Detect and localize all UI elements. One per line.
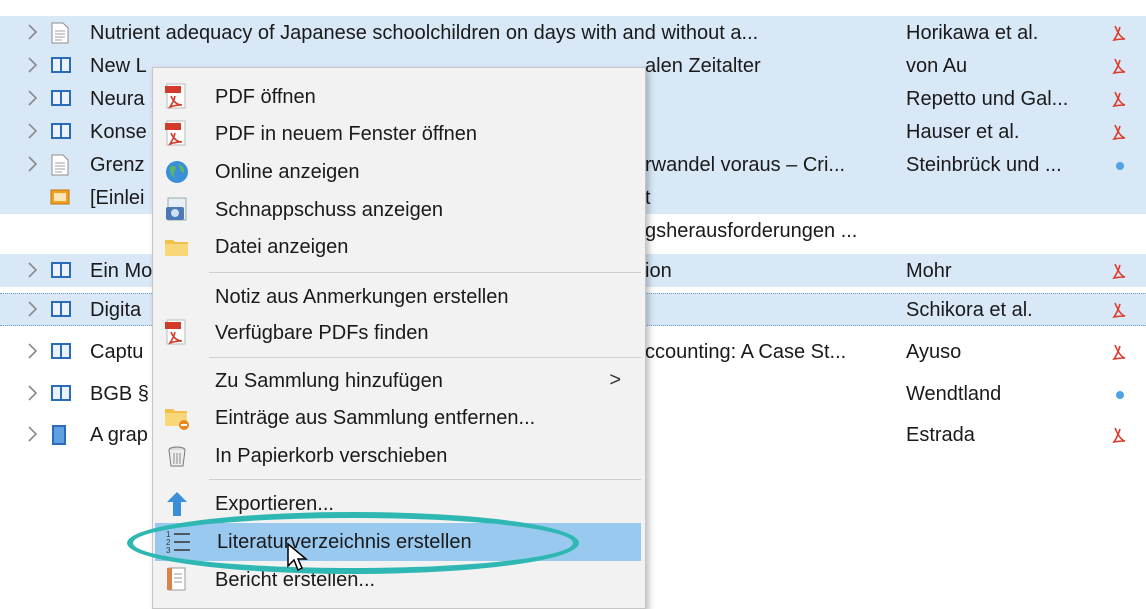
menu-item-label: Einträge aus Sammlung entfernen... [215, 407, 536, 429]
highlight-ring [127, 512, 579, 574]
menu-item-note-from-annotations[interactable]: Notiz aus Anmerkungen erstellen [153, 278, 645, 316]
book-icon [50, 260, 71, 280]
item-title-tail: ion [645, 260, 672, 282]
item-title-tail: t [645, 187, 651, 209]
chevron-right-icon[interactable] [26, 424, 40, 444]
chevron-right-icon[interactable] [26, 299, 40, 319]
chevron-right-icon[interactable] [26, 121, 40, 141]
menu-item-online[interactable]: Online anzeigen [153, 153, 645, 191]
camera-icon [163, 196, 191, 224]
pdf-icon[interactable] [1112, 123, 1128, 141]
mouse-pointer-icon [286, 542, 312, 574]
menu-item-file[interactable]: Datei anzeigen [153, 228, 645, 266]
item-creator: Wendtland [906, 383, 1002, 405]
folder-remove-icon [163, 404, 191, 432]
item-creator: Mohr [906, 260, 952, 282]
chevron-right-icon[interactable] [26, 341, 40, 361]
menu-item-remove-collection[interactable]: Einträge aus Sammlung entfernen... [153, 399, 645, 437]
item-creator: Hauser et al. [906, 121, 1020, 143]
item-creator: Steinbrück und ... [906, 154, 1062, 176]
chevron-right-icon[interactable] [26, 55, 40, 75]
menu-item-label: Datei anzeigen [215, 236, 349, 258]
arrow-up-icon [163, 490, 191, 518]
item-title-tail: gsherausforderungen ... [645, 220, 858, 242]
chevron-right-icon[interactable] [26, 22, 40, 42]
menu-item-label: Zu Sammlung hinzufügen [215, 370, 443, 392]
menu-item-snapshot[interactable]: Schnappschuss anzeigen [153, 191, 645, 229]
pdf-icon[interactable] [1112, 90, 1128, 108]
item-creator: von Au [906, 55, 968, 77]
menu-item-label: PDF öffnen [215, 86, 316, 108]
item-creator: Horikawa et al. [906, 22, 1039, 44]
pdf-icon[interactable] [1112, 57, 1128, 75]
menu-item-trash[interactable]: In Papierkorb verschieben [153, 437, 645, 475]
pdf-icon[interactable] [1112, 24, 1128, 42]
chevron-right-icon: > [609, 369, 621, 391]
presentation-icon [50, 187, 70, 207]
chevron-right-icon[interactable] [26, 383, 40, 403]
menu-item-label: In Papierkorb verschieben [215, 445, 448, 467]
document-icon [50, 22, 70, 44]
chevron-right-icon[interactable] [26, 88, 40, 108]
menu-separator [209, 272, 641, 273]
menu-item-label: Verfügbare PDFs finden [215, 322, 429, 344]
pdf-icon [163, 120, 191, 148]
menu-item-label: Schnappschuss anzeigen [215, 199, 443, 221]
table-row[interactable]: Nutrient adequacy of Japanese schoolchil… [0, 16, 1146, 49]
dot-icon[interactable] [1112, 385, 1128, 403]
journal-icon [50, 424, 70, 445]
item-creator: Estrada [906, 424, 975, 446]
book-icon [50, 88, 71, 108]
book-icon [50, 55, 71, 75]
menu-separator [209, 357, 641, 358]
menu-item-label: PDF in neuem Fenster öffnen [215, 123, 477, 145]
item-title-tail: rwandel voraus – Cri... [645, 154, 846, 176]
item-creator: Schikora et al. [906, 299, 1033, 321]
dot-icon[interactable] [1112, 156, 1128, 174]
pdf-icon[interactable] [1112, 262, 1128, 280]
pdf-icon[interactable] [1112, 343, 1128, 361]
menu-item-add-collection[interactable]: Zu Sammlung hinzufügen > [153, 362, 645, 400]
book-icon [50, 341, 71, 361]
book-icon [50, 383, 71, 403]
item-creator: Repetto und Gal... [906, 88, 1069, 110]
item-title-tail: alen Zeitalter [645, 55, 761, 77]
menu-item-find-pdfs[interactable]: Verfügbare PDFs finden [153, 314, 645, 352]
menu-item-label: Online anzeigen [215, 161, 360, 183]
folder-icon [163, 233, 191, 261]
menu-item-pdf-open[interactable]: PDF öffnen [153, 78, 645, 116]
book-icon [50, 299, 71, 319]
globe-icon [163, 158, 191, 186]
pdf-icon[interactable] [1112, 426, 1128, 444]
trash-icon [163, 442, 191, 470]
pdf-icon [163, 83, 191, 111]
chevron-right-icon[interactable] [26, 154, 40, 174]
menu-item-pdf-new-window[interactable]: PDF in neuem Fenster öffnen [153, 115, 645, 153]
item-creator: Ayuso [906, 341, 962, 363]
item-title: Nutrient adequacy of Japanese schoolchil… [90, 22, 759, 44]
chevron-right-icon[interactable] [26, 260, 40, 280]
menu-item-label: Notiz aus Anmerkungen erstellen [215, 286, 509, 308]
item-title-tail: ccounting: A Case St... [645, 341, 847, 363]
pdf-icon [163, 319, 191, 347]
document-icon [50, 154, 70, 176]
menu-separator [209, 479, 641, 480]
book-icon [50, 121, 71, 141]
pdf-icon[interactable] [1112, 301, 1128, 319]
report-icon [163, 566, 191, 594]
